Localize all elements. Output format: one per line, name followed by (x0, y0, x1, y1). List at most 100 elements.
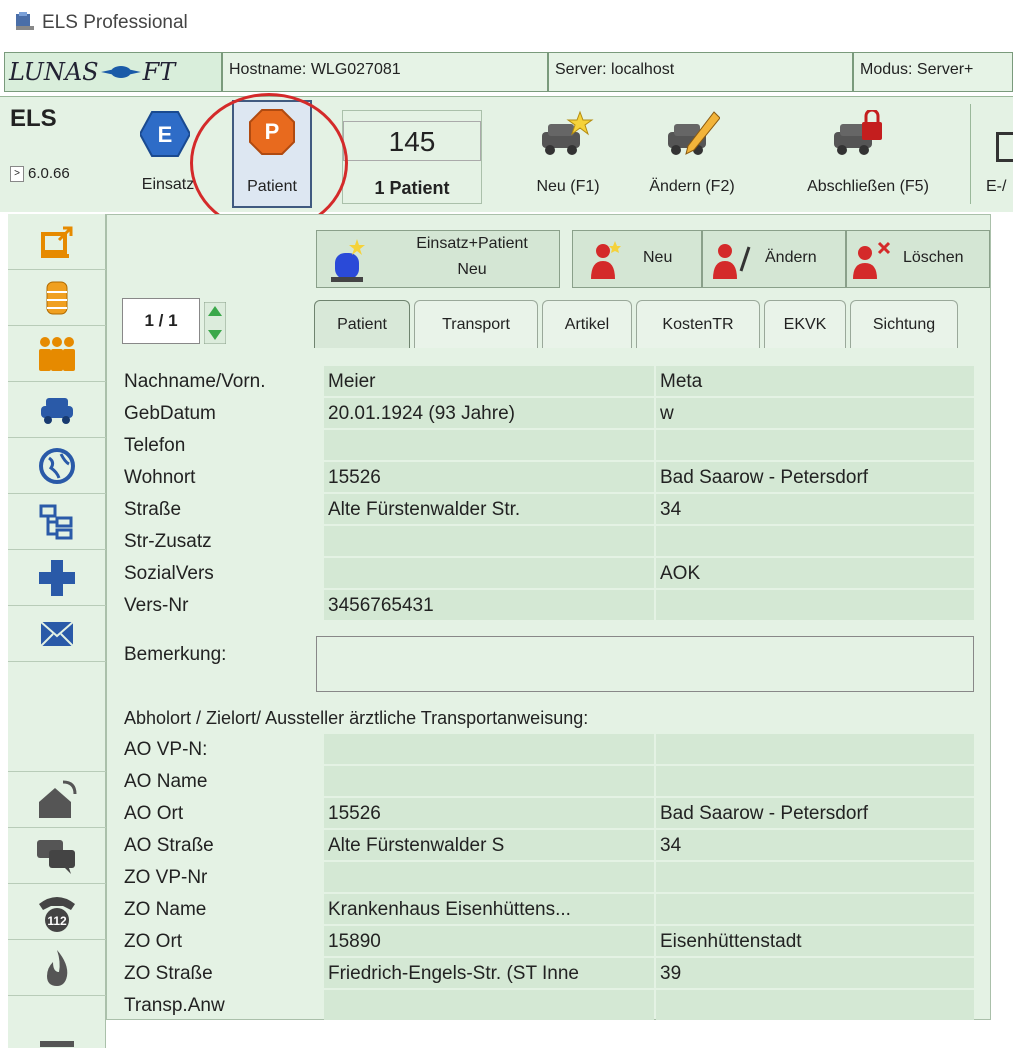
database-icon (46, 281, 68, 314)
field-value-2[interactable]: 34 (656, 494, 974, 524)
einsatz-patient-line1: Einsatz+Patient (416, 235, 528, 252)
field-value[interactable] (324, 734, 654, 764)
document-icon (996, 132, 1013, 162)
mail-icon (40, 620, 74, 647)
field-value[interactable]: Alte Fürstenwalder Str. (324, 494, 654, 524)
field-value-2[interactable] (656, 590, 974, 620)
tab-patient[interactable]: Patient (314, 300, 410, 348)
field-value-2[interactable]: Bad Saarow - Petersdorf (656, 798, 974, 828)
sidebar-item-globe[interactable] (8, 438, 106, 494)
patient-aendern-button[interactable]: Ändern (702, 230, 846, 288)
field-value-2[interactable] (656, 734, 974, 764)
field-value-2[interactable] (656, 430, 974, 460)
field-value[interactable]: Friedrich-Engels-Str. (ST Inne (324, 958, 654, 988)
sidebar-item-home-phone[interactable] (8, 772, 106, 828)
field-value[interactable]: 3456765431 (324, 590, 654, 620)
tab-kostentr[interactable]: KostenTR (636, 300, 760, 348)
field-value-2[interactable] (656, 526, 974, 556)
field-label: ZO VP-Nr (124, 867, 208, 888)
field-value[interactable]: Alte Fürstenwalder S (324, 830, 654, 860)
counter-label: 1 Patient (374, 178, 450, 198)
person-pencil-icon (713, 244, 751, 279)
chat-icon (37, 839, 75, 874)
field-label: GebDatum (124, 403, 216, 424)
field-label: Straße (124, 499, 182, 520)
field-value-2[interactable] (656, 990, 974, 1020)
sidebar-item-export[interactable] (8, 214, 106, 270)
patient-counter: 145 1 Patient (342, 110, 482, 204)
version-indicator: > 6.0.66 (10, 165, 70, 182)
field-value[interactable]: Meier (324, 366, 654, 396)
people-icon (39, 336, 75, 371)
field-label: Nachname/Vorn. (124, 371, 266, 392)
tab-sichtung[interactable]: Sichtung (850, 300, 958, 348)
patient-neu-label: Neu (643, 249, 673, 266)
server-field: Server: localhost (548, 52, 853, 92)
field-value[interactable]: Krankenhaus Eisenhüttens... (324, 894, 654, 924)
app-icon (16, 12, 34, 30)
abschliessen-f5-label: Abschließen (F5) (807, 178, 929, 195)
sidebar-item-emergency[interactable]: 112 (8, 884, 106, 940)
field-value[interactable] (324, 990, 654, 1020)
alarm-light-icon (331, 239, 365, 282)
sidebar-item-database[interactable] (8, 270, 106, 326)
field-value[interactable]: 15526 (324, 798, 654, 828)
einsatz-label: Einsatz (141, 176, 195, 193)
sidebar-item-tree[interactable] (8, 494, 106, 550)
toolbar-separator (970, 104, 971, 204)
field-value-2[interactable]: 34 (656, 830, 974, 860)
field-label: AO Straße (124, 835, 214, 856)
field-value[interactable] (324, 558, 654, 588)
field-value[interactable] (324, 766, 654, 796)
medical-cross-icon (39, 559, 75, 596)
field-value-2[interactable] (656, 894, 974, 924)
tab-artikel[interactable]: Artikel (542, 300, 632, 348)
field-value[interactable]: 15890 (324, 926, 654, 956)
patient-button[interactable]: P Patient (232, 100, 312, 208)
sidebar-item-people[interactable] (8, 326, 106, 382)
sidebar-item-chat[interactable] (8, 828, 106, 884)
neu-f1-button[interactable]: Neu (F1) (520, 102, 616, 208)
fire-icon (47, 949, 68, 986)
field-value[interactable] (324, 430, 654, 460)
field-value-2[interactable] (656, 766, 974, 796)
field-value-2[interactable] (656, 862, 974, 892)
sidebar-item-fire[interactable] (8, 940, 106, 996)
sidebar-item-more[interactable] (8, 996, 106, 1052)
field-value-2[interactable]: w (656, 398, 974, 428)
field-value[interactable]: 20.01.1924 (93 Jahre) (324, 398, 654, 428)
field-value-2[interactable]: AOK (656, 558, 974, 588)
patient-neu-button[interactable]: Neu (572, 230, 702, 288)
field-value-2[interactable]: Meta (656, 366, 974, 396)
field-value[interactable] (324, 862, 654, 892)
tab-ekvk[interactable]: EKVK (764, 300, 846, 348)
field-label: Str-Zusatz (124, 531, 212, 552)
patient-loeschen-button[interactable]: Löschen (846, 230, 990, 288)
sidebar-item-medical[interactable] (8, 550, 106, 606)
car-pencil-icon (668, 111, 720, 155)
tab-transport[interactable]: Transport (414, 300, 538, 348)
field-value[interactable]: 15526 (324, 462, 654, 492)
aendern-f2-button[interactable]: Ändern (F2) (636, 102, 748, 208)
bemerkung-field[interactable] (316, 636, 974, 692)
abschliessen-f5-button[interactable]: Abschließen (F5) (770, 102, 966, 208)
einsatz-patient-neu-button[interactable]: Einsatz+Patient Neu (316, 230, 560, 288)
field-value-2[interactable]: Bad Saarow - Petersdorf (656, 462, 974, 492)
expand-arrow-icon[interactable]: > (10, 165, 24, 182)
sidebar-item-vehicles[interactable] (8, 382, 106, 438)
einsatz-button[interactable]: E Einsatz (128, 102, 208, 208)
car-star-icon (542, 110, 594, 155)
emergency-phone-112-icon: 112 (39, 896, 75, 932)
field-value-2[interactable]: 39 (656, 958, 974, 988)
person-delete-icon (853, 241, 891, 279)
sidebar-item-mail[interactable] (8, 606, 106, 662)
field-value-2[interactable]: Eisenhüttenstadt (656, 926, 974, 956)
up-down-spinner-icon[interactable] (204, 302, 226, 344)
field-value[interactable] (324, 526, 654, 556)
window-title: ELS Professional (42, 12, 188, 33)
einsatz-letter: E (158, 122, 173, 147)
more-icon (40, 1041, 74, 1047)
field-label: ZO Name (124, 899, 207, 920)
logo-text-left: LUNAS (9, 58, 99, 86)
e-button[interactable]: E-/ (980, 102, 1013, 208)
